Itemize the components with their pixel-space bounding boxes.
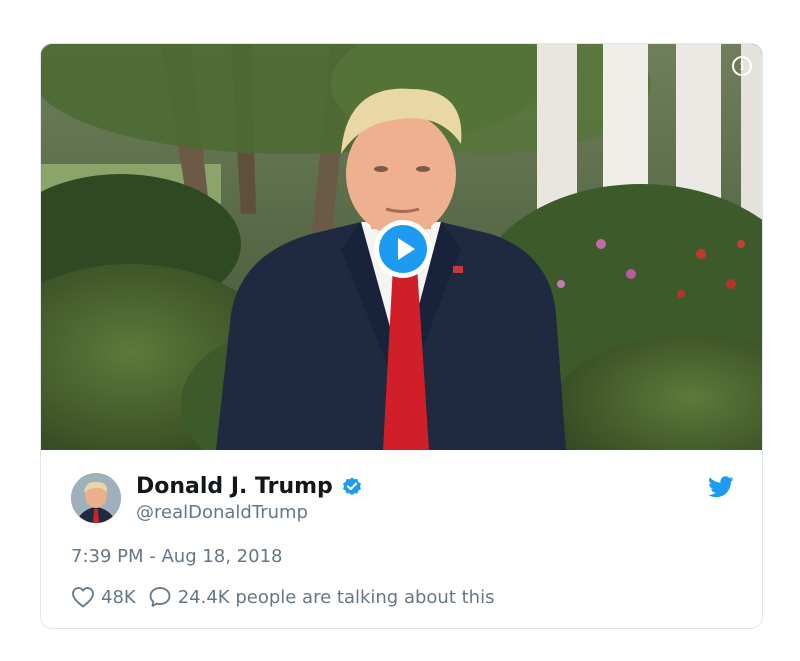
video-thumbnail[interactable]: i xyxy=(41,44,762,450)
twitter-bird-icon[interactable] xyxy=(708,476,734,498)
avatar[interactable] xyxy=(71,473,121,523)
user-handle[interactable]: @realDonaldTrump xyxy=(136,502,308,523)
conversation-link[interactable]: 24.4K people are talking about this xyxy=(148,586,495,608)
speech-bubble-icon xyxy=(149,587,171,607)
tweet-embed-card[interactable]: i Donald J. Trump @realDonaldTrump 7:39 … xyxy=(40,43,763,629)
tweet-actions: 48K 24.4K people are talking about this xyxy=(71,586,506,608)
like-count: 48K xyxy=(101,586,136,608)
like-button[interactable]: 48K xyxy=(71,586,136,608)
tweet-footer: Donald J. Trump @realDonaldTrump 7:39 PM… xyxy=(41,450,762,628)
display-name[interactable]: Donald J. Trump xyxy=(136,474,363,499)
avatar-image xyxy=(71,473,121,523)
verified-badge-icon xyxy=(342,476,361,495)
heart-icon xyxy=(72,587,94,608)
play-button[interactable] xyxy=(374,220,432,278)
display-name-text: Donald J. Trump xyxy=(136,474,333,499)
tweet-timestamp[interactable]: 7:39 PM - Aug 18, 2018 xyxy=(71,546,283,567)
info-icon[interactable]: i xyxy=(732,56,752,76)
conversation-text: 24.4K people are talking about this xyxy=(177,586,495,608)
play-icon xyxy=(379,225,427,273)
